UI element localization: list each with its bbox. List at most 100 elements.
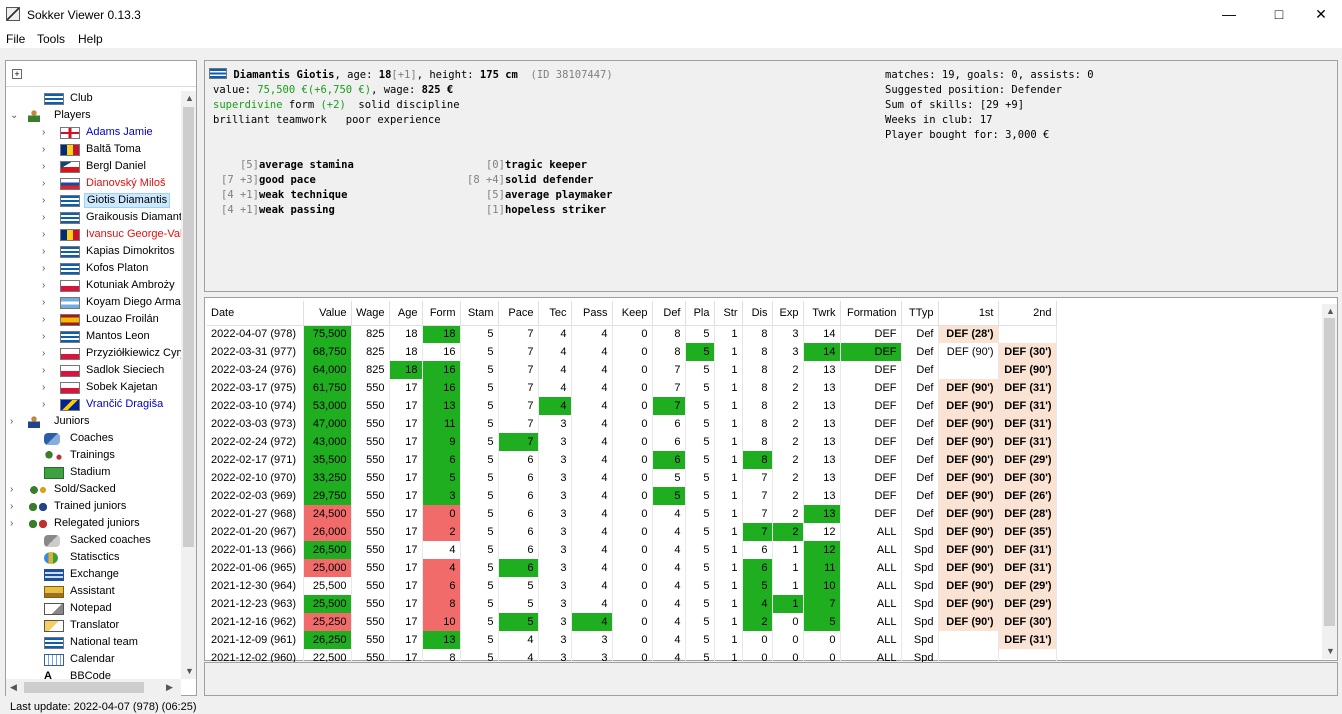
- chevron-right-icon[interactable]: ›: [42, 295, 52, 310]
- cell-2nd: DEF (31'): [998, 379, 1057, 397]
- table-row[interactable]: 2022-03-31 (977) 68,750 825 18 16 5 7 4 4 0 8 5 1 8 3 1…: [207, 343, 1057, 361]
- chevron-right-icon[interactable]: ›: [42, 193, 52, 208]
- chevron-right-icon[interactable]: ›: [42, 380, 52, 395]
- table-row[interactable]: 2021-12-30 (964) 25,500 550 17 6 5 5 3 4 0 4 5 1 5 1 10…: [207, 577, 1057, 595]
- chevron-right-icon[interactable]: ›: [42, 261, 52, 276]
- chevron-right-icon[interactable]: ›: [42, 312, 52, 327]
- table-row[interactable]: 2022-03-17 (975) 61,750 550 17 16 5 7 4 4 0 7 5 1 8 2 1…: [207, 379, 1057, 397]
- column-header-ttyp[interactable]: TTyp: [901, 301, 939, 326]
- table-row[interactable]: 2022-01-06 (965) 25,000 550 17 4 5 6 3 4 0 4 5 1 6 1 11…: [207, 559, 1057, 577]
- chevron-right-icon[interactable]: ›: [42, 159, 52, 174]
- cell-pla: 5: [685, 541, 715, 559]
- table-row[interactable]: 2022-01-20 (967) 26,000 550 17 2 5 6 3 4 0 4 5 1 7 2 12…: [207, 523, 1057, 541]
- column-header-wage[interactable]: Wage: [351, 301, 390, 326]
- column-header-dis[interactable]: Dis: [742, 301, 773, 326]
- table-row[interactable]: 2021-12-23 (963) 25,500 550 17 8 5 5 3 4 0 4 5 1 4 1 7 A…: [207, 595, 1057, 613]
- column-header-form[interactable]: Form: [422, 301, 461, 326]
- grid-vertical-scrollbar[interactable]: ▲ ▼: [1322, 304, 1337, 659]
- chevron-right-icon[interactable]: ›: [42, 125, 52, 140]
- expand-all-button[interactable]: +: [12, 69, 22, 79]
- table-row[interactable]: 2022-01-13 (966) 26,500 550 17 4 5 6 3 4 0 4 5 1 6 1 12…: [207, 541, 1057, 559]
- cell-value: 47,000: [303, 415, 352, 433]
- chevron-right-icon[interactable]: ›: [10, 499, 20, 514]
- scroll-left-icon[interactable]: ◀: [10, 682, 17, 693]
- chevron-right-icon[interactable]: ›: [42, 278, 52, 293]
- table-row[interactable]: 2022-04-07 (978) 75,500 825 18 18 5 7 4 4 0 8 5 1 8 3 1…: [207, 325, 1057, 343]
- table-row[interactable]: 2022-03-24 (976) 64,000 825 18 16 5 7 4 4 0 7 5 1 8 2 1…: [207, 361, 1057, 379]
- table-row[interactable]: 2022-02-03 (969) 29,750 550 17 3 5 6 3 4 0 5 5 1 7 2 13…: [207, 487, 1057, 505]
- chevron-right-icon[interactable]: ›: [10, 414, 20, 429]
- menu-help[interactable]: Help: [78, 32, 103, 46]
- chevron-right-icon[interactable]: ›: [42, 244, 52, 259]
- minimize-button[interactable]: —: [1206, 0, 1252, 30]
- grid-scroll-thumb[interactable]: [1324, 318, 1335, 626]
- cell-form: 3: [422, 487, 461, 505]
- tree-scroll-thumb[interactable]: [183, 107, 194, 547]
- table-row[interactable]: 2022-02-10 (970) 33,250 550 17 5 5 6 3 4 0 5 5 1 7 2 13…: [207, 469, 1057, 487]
- table-row[interactable]: 2022-03-10 (974) 53,000 550 17 13 5 7 4 4 0 7 5 1 8 2 1…: [207, 397, 1057, 415]
- chevron-right-icon[interactable]: ›: [10, 482, 20, 497]
- cell-wage: 550: [351, 397, 390, 415]
- cell-formation: DEF: [840, 397, 902, 415]
- scroll-down-icon[interactable]: ▼: [185, 666, 194, 676]
- cell-1st: DEF (90'): [938, 505, 999, 523]
- column-header-2nd[interactable]: 2nd: [998, 301, 1057, 326]
- cell-pace: 6: [498, 541, 539, 559]
- column-header-1st[interactable]: 1st: [938, 301, 999, 326]
- player-wage: 825 €: [421, 84, 454, 96]
- column-header-value[interactable]: Value: [303, 301, 352, 326]
- cell-def: 7: [652, 379, 686, 397]
- column-header-pla[interactable]: Pla: [685, 301, 715, 326]
- cell-tec: 3: [538, 523, 572, 541]
- scroll-up-icon[interactable]: ▲: [185, 93, 194, 103]
- chevron-right-icon[interactable]: ›: [42, 329, 52, 344]
- cell-pace: 7: [498, 343, 539, 361]
- maximize-button[interactable]: □: [1256, 0, 1302, 30]
- cell-keep: 0: [612, 631, 653, 649]
- column-header-twrk[interactable]: Twrk: [803, 301, 841, 326]
- column-header-formation[interactable]: Formation: [840, 301, 902, 326]
- cell-pace: 5: [498, 577, 539, 595]
- chevron-right-icon[interactable]: ›: [42, 142, 52, 157]
- cell-def: 8: [652, 343, 686, 361]
- table-row[interactable]: 2022-03-03 (973) 47,000 550 17 11 5 7 3 4 0 6 5 1 8 2 1…: [207, 415, 1057, 433]
- chevron-down-icon[interactable]: ⌄: [10, 108, 20, 123]
- tree-horizontal-scrollbar[interactable]: ◀ ▶: [6, 679, 181, 696]
- chevron-right-icon[interactable]: ›: [42, 363, 52, 378]
- column-header-age[interactable]: Age: [389, 301, 423, 326]
- cell-age: 17: [389, 541, 423, 559]
- cell-keep: 0: [612, 343, 653, 361]
- column-header-def[interactable]: Def: [652, 301, 686, 326]
- cell-1st: DEF (90'): [938, 397, 999, 415]
- cell-pace: 7: [498, 325, 539, 343]
- chevron-right-icon[interactable]: ›: [42, 176, 52, 191]
- chevron-right-icon[interactable]: ›: [42, 210, 52, 225]
- tree-vertical-scrollbar[interactable]: ▲ ▼: [181, 91, 196, 679]
- column-header-keep[interactable]: Keep: [612, 301, 653, 326]
- tree-item-label: Louzao Froilán: [86, 313, 159, 325]
- column-header-exp[interactable]: Exp: [772, 301, 804, 326]
- table-row[interactable]: 2022-02-24 (972) 43,000 550 17 9 5 7 3 4 0 6 5 1 8 2 13…: [207, 433, 1057, 451]
- grid-scroll-down-icon[interactable]: ▼: [1326, 646, 1335, 656]
- table-row[interactable]: 2022-01-27 (968) 24,500 550 17 0 5 6 3 4 0 4 5 1 7 2 13…: [207, 505, 1057, 523]
- column-header-pace[interactable]: Pace: [498, 301, 539, 326]
- czech-flag-icon: [60, 161, 80, 173]
- column-header-date[interactable]: Date: [207, 301, 304, 326]
- menu-file[interactable]: File: [6, 32, 25, 46]
- column-header-pass[interactable]: Pass: [571, 301, 613, 326]
- table-row[interactable]: 2021-12-16 (962) 25,250 550 17 10 5 5 3 4 0 4 5 1 2 0 5…: [207, 613, 1057, 631]
- column-header-str[interactable]: Str: [714, 301, 743, 326]
- scroll-right-icon[interactable]: ▶: [166, 682, 173, 693]
- grid-scroll-up-icon[interactable]: ▲: [1326, 306, 1335, 316]
- table-row[interactable]: 2022-02-17 (971) 35,500 550 17 6 5 6 3 4 0 6 5 1 8 2 13…: [207, 451, 1057, 469]
- chevron-right-icon[interactable]: ›: [42, 397, 52, 412]
- chevron-right-icon[interactable]: ›: [42, 227, 52, 242]
- chevron-right-icon[interactable]: ›: [10, 516, 20, 531]
- tree-hscroll-thumb[interactable]: [24, 682, 144, 693]
- column-header-stam[interactable]: Stam: [460, 301, 499, 326]
- column-header-tec[interactable]: Tec: [538, 301, 572, 326]
- chevron-right-icon[interactable]: ›: [42, 346, 52, 361]
- close-button[interactable]: ✕: [1298, 0, 1342, 30]
- menu-tools[interactable]: Tools: [37, 32, 65, 46]
- table-row[interactable]: 2021-12-09 (961) 26,250 550 17 13 5 4 3 3 0 4 5 1 0 0 0…: [207, 631, 1057, 649]
